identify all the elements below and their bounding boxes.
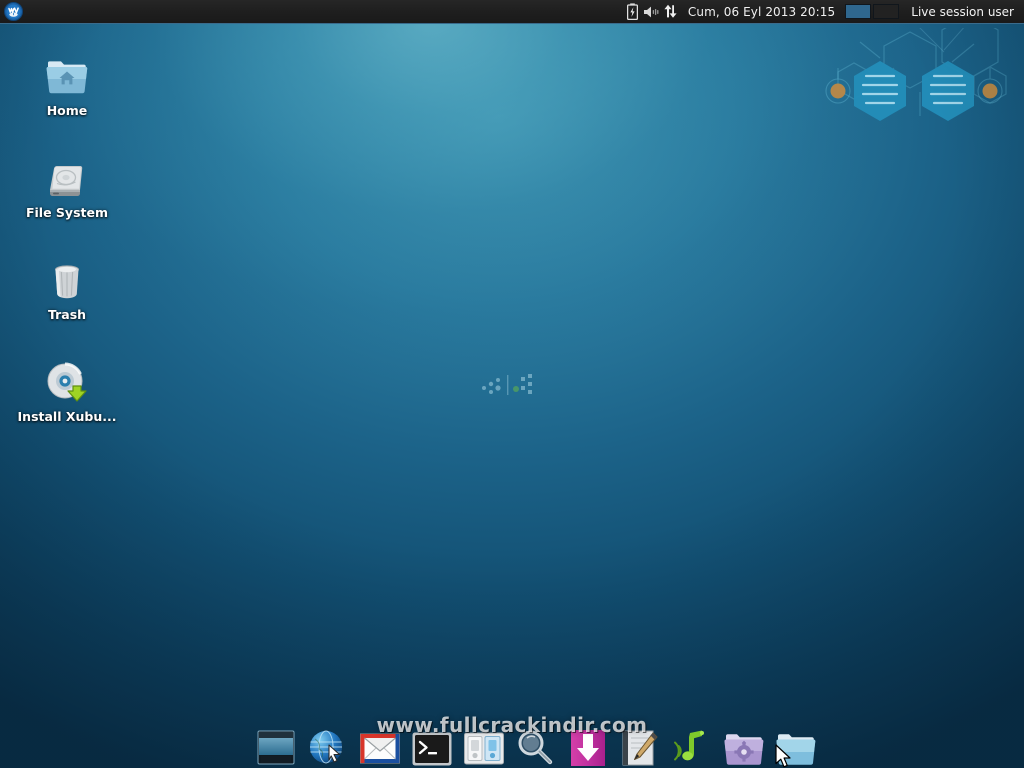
battery-icon[interactable] — [623, 1, 642, 23]
globe-icon — [308, 729, 348, 767]
dock-music-player[interactable] — [668, 721, 716, 767]
dock-show-desktop[interactable] — [252, 721, 300, 767]
desktop-icon-trash[interactable]: Trash — [9, 254, 125, 322]
xfce-mouse-icon — [4, 2, 23, 21]
desktop-icon-file-system[interactable]: File System — [9, 152, 125, 220]
dock-display-settings[interactable] — [460, 721, 508, 767]
dock-settings-manager[interactable] — [720, 721, 768, 767]
home-folder-icon — [9, 50, 125, 98]
desktop-icon-label: File System — [9, 206, 125, 220]
dock-file-manager[interactable] — [772, 721, 820, 767]
top-panel: Cum, 06 Eyl 2013 20:15 Live session user — [0, 0, 1024, 24]
dock-terminal[interactable] — [408, 721, 456, 767]
folder-icon — [775, 731, 817, 767]
dock-downloads[interactable] — [564, 721, 612, 767]
music-note-icon — [672, 729, 712, 767]
wallpaper-center-logo — [480, 371, 544, 399]
trash-icon — [9, 254, 125, 302]
desktop-icon-label: Trash — [9, 308, 125, 322]
harddisk-icon — [9, 152, 125, 200]
cd-install-icon — [9, 356, 125, 404]
magnifier-icon — [516, 729, 556, 767]
volume-icon[interactable] — [642, 1, 661, 23]
applications-menu-button[interactable] — [1, 0, 25, 24]
download-arrow-icon — [569, 729, 607, 767]
workspace-2[interactable] — [873, 4, 899, 19]
gear-folder-icon — [723, 731, 765, 767]
dock-text-editor[interactable] — [616, 721, 664, 767]
desktop-icon-install[interactable]: Install Xubu... — [9, 356, 125, 424]
desktop-background[interactable]: Cum, 06 Eyl 2013 20:15 Live session user… — [0, 0, 1024, 768]
desktop-icon-home[interactable]: Home — [9, 50, 125, 118]
window-icon — [255, 729, 297, 767]
dock-mail-reader[interactable] — [356, 721, 404, 767]
clock[interactable]: Cum, 06 Eyl 2013 20:15 — [680, 5, 845, 19]
wallpaper-hexagon-decoration — [824, 28, 1024, 148]
desktop-icon-label: Install Xubu... — [9, 410, 125, 424]
envelope-icon — [359, 731, 401, 767]
workspace-1[interactable] — [845, 4, 871, 19]
display-settings-icon — [463, 731, 505, 767]
terminal-icon — [411, 731, 453, 767]
workspace-switcher[interactable] — [845, 4, 907, 19]
notepad-pen-icon — [620, 729, 660, 767]
dock-web-browser[interactable] — [304, 721, 352, 767]
bottom-dock — [252, 720, 820, 768]
dock-search[interactable] — [512, 721, 560, 767]
user-menu-button[interactable]: Live session user — [907, 5, 1024, 19]
desktop-icon-label: Home — [9, 104, 125, 118]
network-icon[interactable] — [661, 1, 680, 23]
